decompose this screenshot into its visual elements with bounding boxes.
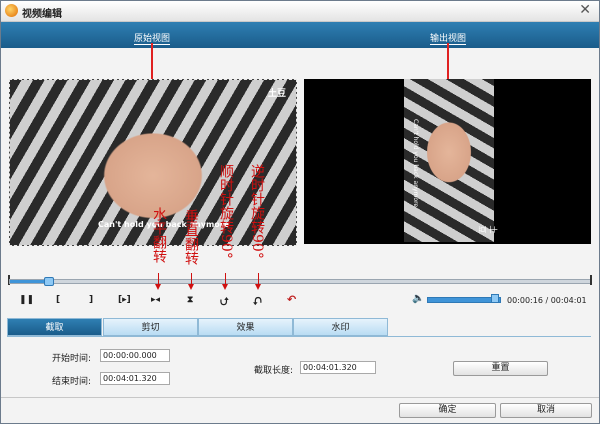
end-time-label: 结束时间:	[52, 377, 92, 387]
output-video-frame: Can't hold you back anymore 土豆	[404, 79, 498, 242]
flip-horizontal-button[interactable]: ▸◂	[151, 295, 160, 305]
annotation-rotate-clockwise: 顺时针旋转90°	[218, 164, 234, 259]
arrowhead-rotate-counterclockwise	[255, 284, 261, 290]
end-time-field[interactable]	[100, 372, 170, 385]
undo-icon[interactable]: ↶	[287, 293, 296, 306]
tab-effect[interactable]: 效果	[198, 318, 293, 336]
volume-slider[interactable]	[427, 297, 501, 303]
volume-handle[interactable]	[491, 294, 499, 303]
seek-end-marker	[590, 275, 592, 285]
arrowhead-flip-vertical	[188, 284, 194, 290]
time-readout: 00:00:16 / 00:04:01	[507, 296, 587, 305]
annotation-rotate-counterclockwise: 逆时针旋转90°	[249, 164, 265, 259]
ok-button[interactable]: 确定	[399, 403, 496, 418]
flip-vertical-button[interactable]: ⧗	[187, 295, 193, 305]
app-icon	[5, 4, 18, 17]
mark-in-button[interactable]: [	[56, 295, 60, 305]
seek-handle[interactable]	[44, 277, 54, 286]
pause-button[interactable]: ❚❚	[19, 295, 34, 305]
window-title: 视频编辑	[22, 9, 62, 20]
arrowhead-rotate-clockwise	[222, 284, 228, 290]
footer-divider	[1, 397, 599, 398]
original-watermark: 土豆	[268, 89, 287, 99]
annotation-flip-horizontal: 水平翻转	[151, 207, 167, 263]
start-time-field[interactable]	[100, 349, 170, 362]
output-watermark: 土豆	[477, 225, 498, 234]
output-subtitle: Can't hold you back anymore	[412, 119, 419, 208]
trim-length-field	[300, 361, 376, 374]
tab-divider	[7, 336, 591, 337]
mark-out-button[interactable]: ]	[89, 295, 93, 305]
video-edit-window: 视频编辑 ✕ 原始视图 输出视图 土豆 Can't hold you back …	[0, 0, 600, 424]
tab-watermark[interactable]: 水印	[293, 318, 388, 336]
cancel-button[interactable]: 取消	[500, 403, 592, 418]
edit-tabs: 截取 剪切 效果 水印	[7, 318, 589, 336]
close-icon[interactable]: ✕	[579, 3, 591, 17]
next-frame-button[interactable]: [▸]	[118, 295, 131, 305]
rotate-counterclockwise-button[interactable]: ⮏	[253, 293, 262, 312]
start-time-label: 开始时间:	[52, 354, 92, 364]
view-header-bar	[1, 22, 599, 48]
tab-trim[interactable]: 截取	[7, 318, 102, 336]
arrowhead-flip-horizontal	[155, 284, 161, 290]
tab-crop[interactable]: 剪切	[103, 318, 198, 336]
trim-length-label: 截取长度:	[254, 366, 294, 376]
rotate-clockwise-button[interactable]: ⮍	[220, 293, 229, 312]
seek-progress	[10, 280, 48, 283]
reset-button[interactable]: 重置	[453, 361, 548, 376]
seek-bar[interactable]	[9, 277, 591, 286]
title-bar: 视频编辑 ✕	[1, 1, 599, 22]
output-view-panel: Can't hold you back anymore 土豆	[304, 79, 591, 244]
volume-icon[interactable]: 🔈	[412, 293, 424, 304]
annotation-flip-vertical: 垂直翻转	[183, 209, 199, 265]
